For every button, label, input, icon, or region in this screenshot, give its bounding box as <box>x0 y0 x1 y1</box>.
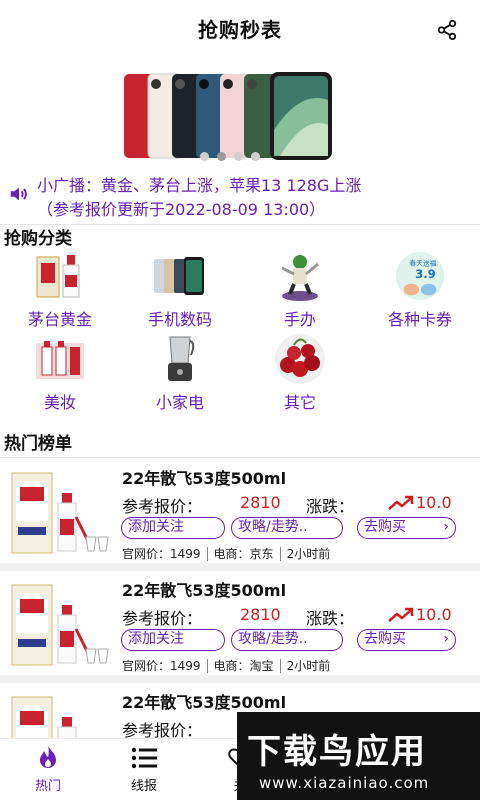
watermark-brand: 下载鸟应用 <box>247 732 427 772</box>
cherry-icon <box>272 333 328 385</box>
trend-up-icon <box>388 495 414 510</box>
promo-banner[interactable] <box>0 62 480 170</box>
price-change-value: 10.0 <box>416 605 452 624</box>
chevron-right-icon: › <box>443 519 449 535</box>
hot-list-item[interactable]: 22年散飞53度500ml 参考报价： 2810 涨跌： 10.0 添加关注 攻… <box>0 571 480 683</box>
category-others[interactable]: 其它 <box>245 333 355 413</box>
category-figures[interactable]: 手办 <box>245 250 355 330</box>
guide-trend-button[interactable]: 攻略/走势.. <box>231 517 343 539</box>
add-follow-button[interactable]: 添加关注 <box>121 629 225 651</box>
reference-price: 2810 <box>240 605 281 624</box>
ticker-text: 小广播：黄金、茅台上涨，苹果13 128G上涨 <box>37 176 362 195</box>
category-phone-digital[interactable]: 手机数码 <box>125 250 235 330</box>
platform: 电商：淘宝 <box>213 659 274 673</box>
coupon-icon: 春天送福 3.9 <box>392 250 448 302</box>
product-name: 22年散飞53度500ml <box>122 469 287 488</box>
price-change-value: 10.0 <box>416 493 452 512</box>
liquor-icon <box>32 250 88 302</box>
update-time: 2小时前 <box>286 659 331 673</box>
phone-icon <box>152 250 208 302</box>
go-buy-button[interactable]: 去购买 › <box>357 629 456 651</box>
item-meta: 官网价：1499 电商：京东 2小时前 <box>122 545 330 562</box>
product-thumbnail <box>11 472 109 554</box>
price-change: 10.0 <box>388 605 452 624</box>
meta-separator <box>279 546 281 561</box>
tab-label: 线报 <box>130 779 157 794</box>
guide-trend-button[interactable]: 攻略/走势.. <box>231 629 343 651</box>
go-buy-label: 去购买 <box>364 519 406 535</box>
category-small-appliances[interactable]: 小家电 <box>125 333 235 413</box>
update-time: 2小时前 <box>286 547 331 561</box>
platform: 电商：京东 <box>213 547 274 561</box>
official-price: 官网价：1499 <box>122 547 201 561</box>
category-label: 各种卡券 <box>387 310 452 329</box>
pagination-dot[interactable] <box>200 152 209 161</box>
ticker-update-time: （参考报价更新于2022-08-09 13:00） <box>37 200 326 219</box>
watermark: 下载鸟应用 www.xiazainiao.com <box>237 712 480 800</box>
list-icon <box>96 739 192 769</box>
appliance-icon <box>152 333 208 385</box>
cosmetics-icon <box>32 333 88 385</box>
share-icon[interactable] <box>436 19 458 41</box>
category-label: 手办 <box>283 310 316 329</box>
page-title: 抢购秒表 <box>198 18 282 42</box>
speaker-icon <box>10 187 27 201</box>
divider <box>0 457 480 458</box>
price-label: 参考报价： <box>122 497 203 516</box>
hot-list-item[interactable]: 22年散飞53度500ml 参考报价： 2810 涨跌： 10.0 添加关注 攻… <box>0 459 480 571</box>
change-label: 涨跌： <box>306 609 355 628</box>
official-price: 官网价：1499 <box>122 659 201 673</box>
category-maotai-gold[interactable]: 茅台黄金 <box>5 250 115 330</box>
add-follow-button[interactable]: 添加关注 <box>121 517 225 539</box>
product-name: 22年散飞53度500ml <box>122 581 287 600</box>
hot-section-title: 热门榜单 <box>4 434 72 454</box>
price-change: 10.0 <box>388 493 452 512</box>
price-label: 参考报价： <box>122 609 203 628</box>
category-label: 小家电 <box>155 393 204 412</box>
product-thumbnail <box>11 584 109 666</box>
pagination-dot[interactable] <box>251 152 260 161</box>
category-label: 美妆 <box>43 393 76 412</box>
product-name: 22年散飞53度500ml <box>122 693 287 712</box>
trend-up-icon <box>388 607 414 622</box>
item-meta: 官网价：1499 电商：淘宝 2小时前 <box>122 657 330 674</box>
meta-separator <box>206 546 208 561</box>
reference-price: 2810 <box>240 493 281 512</box>
meta-separator <box>279 658 281 673</box>
pagination-dot-active[interactable] <box>217 152 226 161</box>
watermark-url: www.xiazainiao.com <box>259 774 430 792</box>
category-cosmetics[interactable]: 美妆 <box>5 333 115 413</box>
chevron-right-icon: › <box>443 631 449 647</box>
divider <box>0 224 480 225</box>
go-buy-button[interactable]: 去购买 › <box>357 517 456 539</box>
category-label: 其它 <box>283 393 316 412</box>
svg-text:3.9: 3.9 <box>415 267 436 281</box>
tab-deals[interactable]: 线报 <box>96 739 192 800</box>
tab-label: 热门 <box>34 779 61 794</box>
meta-separator <box>206 658 208 673</box>
category-label: 茅台黄金 <box>27 310 92 329</box>
tab-hot[interactable]: 热门 <box>0 739 96 800</box>
category-coupons[interactable]: 春天送福 3.9 各种卡券 <box>365 250 475 330</box>
flame-icon <box>0 739 96 769</box>
banner-pagination <box>200 152 260 161</box>
figure-icon <box>272 250 328 302</box>
go-buy-label: 去购买 <box>364 631 406 647</box>
category-section-title: 抢购分类 <box>4 229 72 249</box>
app-header: 抢购秒表 <box>0 0 480 60</box>
category-label: 手机数码 <box>147 310 212 329</box>
pagination-dot[interactable] <box>234 152 243 161</box>
broadcast-ticker[interactable]: 小广播：黄金、茅台上涨，苹果13 128G上涨 （参考报价更新于2022-08-… <box>0 173 480 223</box>
phone-banner-image <box>124 72 332 160</box>
change-label: 涨跌： <box>306 497 355 516</box>
